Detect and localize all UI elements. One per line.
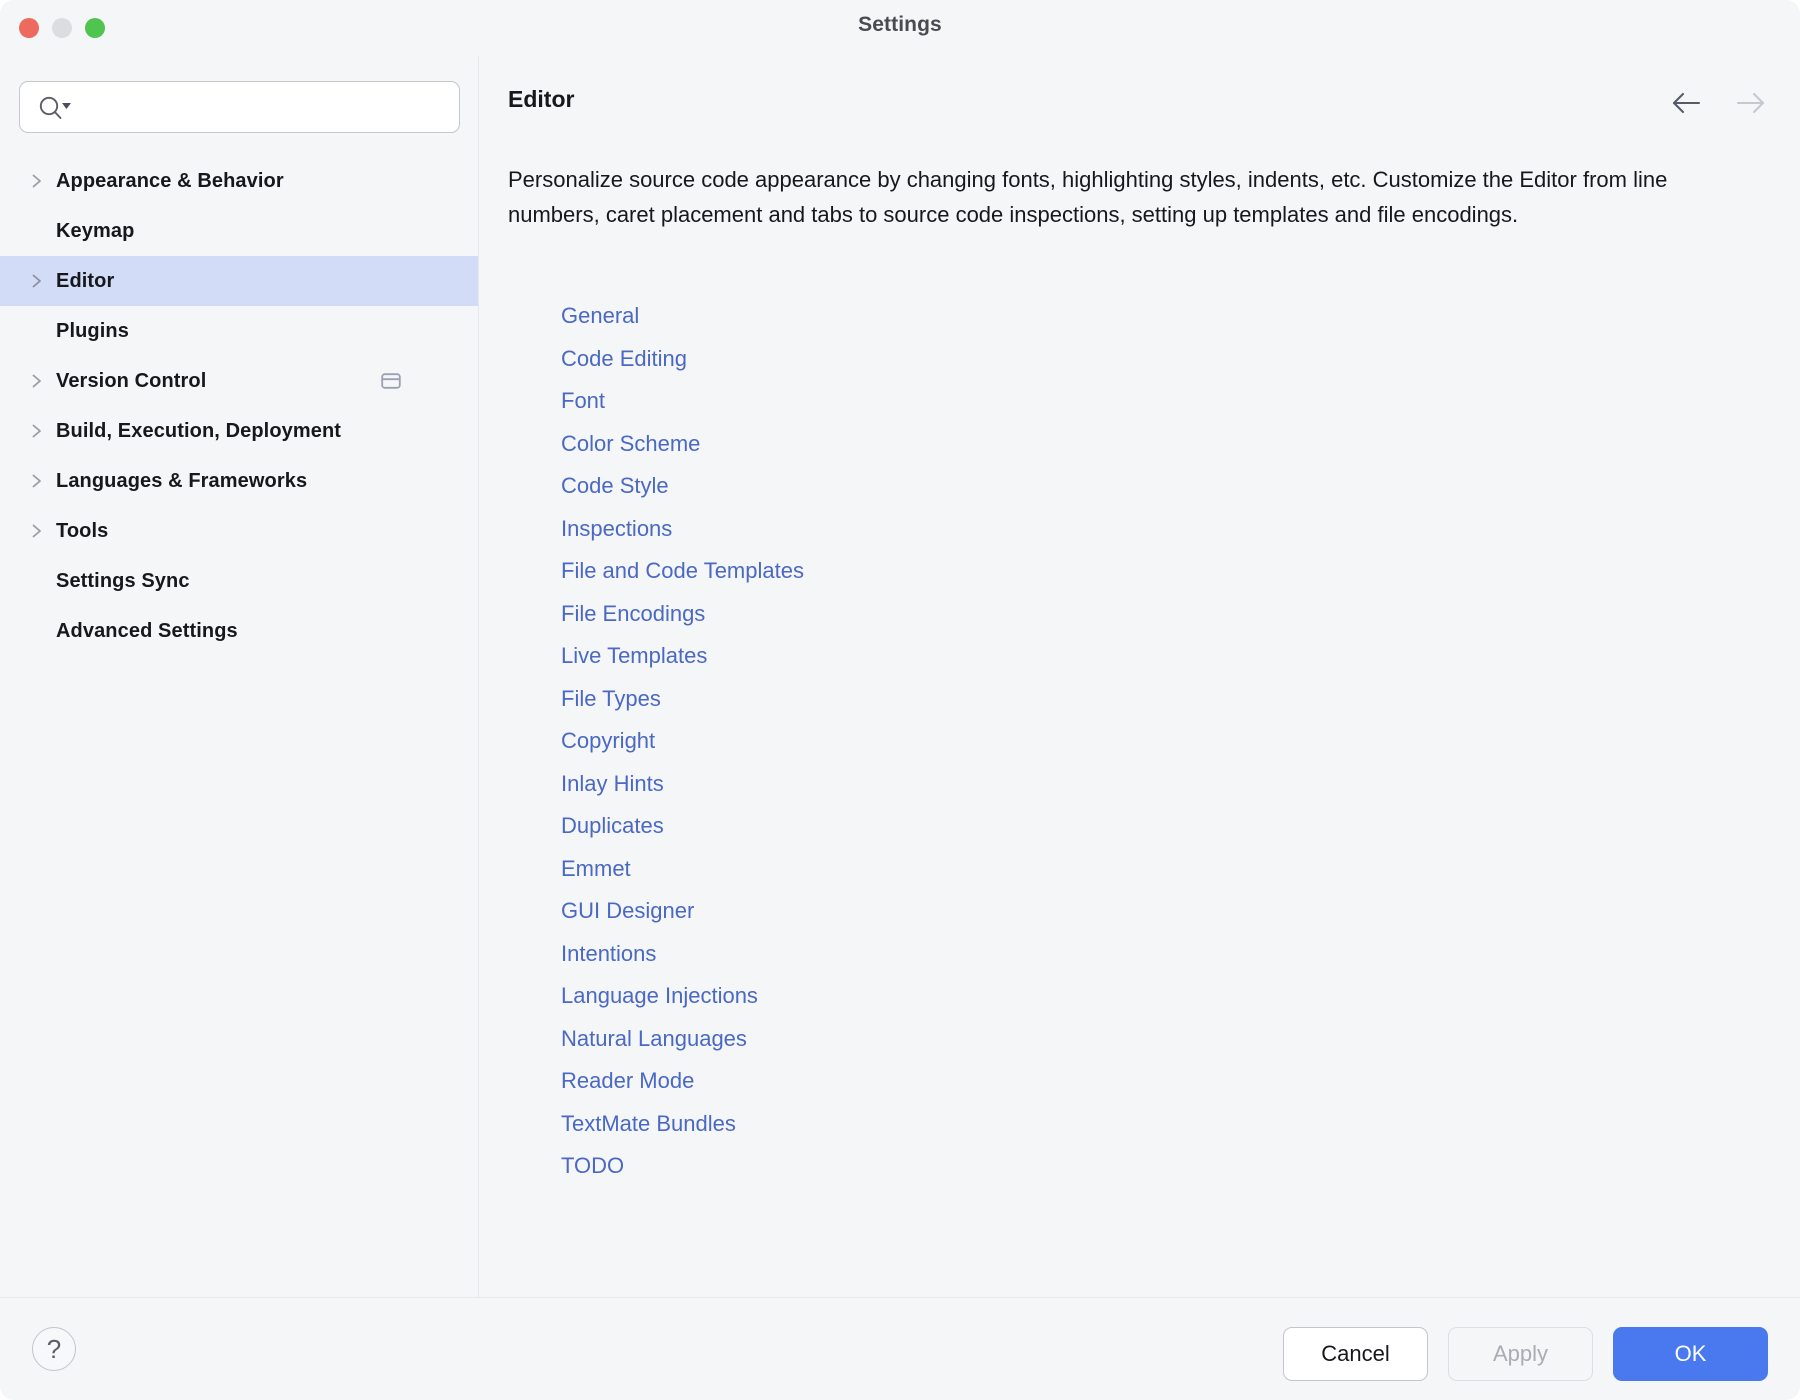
list-item: File and Code Templates — [561, 550, 1461, 593]
ok-button[interactable]: OK — [1613, 1327, 1768, 1381]
chevron-right-icon[interactable] — [30, 356, 56, 406]
link-inlay-hints[interactable]: Inlay Hints — [561, 771, 664, 797]
list-item: Copyright — [561, 720, 1461, 763]
link-language-injections[interactable]: Language Injections — [561, 983, 758, 1009]
sidebar-item-label: Appearance & Behavior — [56, 170, 284, 193]
link-live-templates[interactable]: Live Templates — [561, 643, 707, 669]
link-emmet[interactable]: Emmet — [561, 856, 631, 882]
sidebar-item-build-execution-deployment[interactable]: Build, Execution, Deployment — [0, 406, 478, 456]
chevron-placeholder — [30, 606, 56, 656]
link-color-scheme[interactable]: Color Scheme — [561, 431, 700, 457]
link-file-encodings[interactable]: File Encodings — [561, 601, 705, 627]
settings-category-list: Appearance & Behavior Keymap Editor Plug… — [0, 156, 478, 656]
page-description: Personalize source code appearance by ch… — [508, 162, 1748, 232]
sidebar-item-label: Advanced Settings — [56, 620, 238, 643]
dialog-body: Appearance & Behavior Keymap Editor Plug… — [0, 56, 1800, 1297]
list-item: Natural Languages — [561, 1018, 1461, 1061]
chevron-placeholder — [30, 556, 56, 606]
sidebar-item-languages-frameworks[interactable]: Languages & Frameworks — [0, 456, 478, 506]
list-item: General — [561, 295, 1461, 338]
sidebar-item-label: Plugins — [56, 320, 129, 343]
list-item: Reader Mode — [561, 1060, 1461, 1103]
list-item: Intentions — [561, 933, 1461, 976]
list-item: Emmet — [561, 848, 1461, 891]
sidebar-item-tools[interactable]: Tools — [0, 506, 478, 556]
sidebar-item-editor[interactable]: Editor — [0, 256, 478, 306]
search-field[interactable] — [19, 81, 460, 133]
sidebar-item-plugins[interactable]: Plugins — [0, 306, 478, 356]
list-item: File Encodings — [561, 593, 1461, 636]
sidebar-item-keymap[interactable]: Keymap — [0, 206, 478, 256]
link-reader-mode[interactable]: Reader Mode — [561, 1068, 694, 1094]
sidebar-item-appearance-behavior[interactable]: Appearance & Behavior — [0, 156, 478, 206]
link-copyright[interactable]: Copyright — [561, 728, 655, 754]
link-textmate-bundles[interactable]: TextMate Bundles — [561, 1111, 736, 1137]
link-natural-languages[interactable]: Natural Languages — [561, 1026, 747, 1052]
chevron-placeholder — [30, 206, 56, 256]
link-font[interactable]: Font — [561, 388, 605, 414]
list-item: TODO — [561, 1145, 1461, 1188]
list-item: Font — [561, 380, 1461, 423]
sidebar-item-label: Editor — [56, 270, 114, 293]
apply-button[interactable]: Apply — [1448, 1327, 1593, 1381]
list-item: File Types — [561, 678, 1461, 721]
settings-detail-pane: Editor Perso — [479, 56, 1800, 1297]
list-item: Code Editing — [561, 338, 1461, 381]
list-item: TextMate Bundles — [561, 1103, 1461, 1146]
list-item: Code Style — [561, 465, 1461, 508]
search-container — [19, 81, 460, 133]
title-bar: Settings — [0, 0, 1800, 56]
link-file-types[interactable]: File Types — [561, 686, 661, 712]
settings-sidebar: Appearance & Behavior Keymap Editor Plug… — [0, 56, 478, 1297]
link-gui-designer[interactable]: GUI Designer — [561, 898, 694, 924]
list-item: Live Templates — [561, 635, 1461, 678]
footer-button-group: Cancel Apply OK — [1283, 1327, 1768, 1381]
history-navigation — [1670, 88, 1768, 118]
search-input[interactable] — [80, 82, 450, 132]
chevron-right-icon[interactable] — [30, 406, 56, 456]
chevron-placeholder — [30, 306, 56, 356]
sidebar-item-label: Keymap — [56, 220, 134, 243]
chevron-right-icon[interactable] — [30, 506, 56, 556]
link-general[interactable]: General — [561, 303, 639, 329]
window-title: Settings — [0, 13, 1800, 37]
link-intentions[interactable]: Intentions — [561, 941, 656, 967]
link-duplicates[interactable]: Duplicates — [561, 813, 664, 839]
dialog-footer: ? Cancel Apply OK — [0, 1298, 1800, 1400]
list-item: Color Scheme — [561, 423, 1461, 466]
link-inspections[interactable]: Inspections — [561, 516, 672, 542]
sidebar-item-label: Settings Sync — [56, 570, 190, 593]
detail-header: Editor — [508, 86, 1770, 126]
chevron-right-icon[interactable] — [30, 256, 56, 306]
back-arrow-icon[interactable] — [1670, 88, 1704, 118]
forward-arrow-icon[interactable] — [1734, 88, 1768, 118]
sidebar-item-label: Version Control — [56, 370, 206, 393]
link-todo[interactable]: TODO — [561, 1153, 624, 1179]
sidebar-item-settings-sync[interactable]: Settings Sync — [0, 556, 478, 606]
window-icon[interactable] — [380, 370, 402, 392]
page-title: Editor — [508, 86, 1770, 113]
list-item: GUI Designer — [561, 890, 1461, 933]
sidebar-item-label: Tools — [56, 520, 108, 543]
link-code-style[interactable]: Code Style — [561, 473, 669, 499]
link-file-and-code-templates[interactable]: File and Code Templates — [561, 558, 804, 584]
help-button[interactable]: ? — [32, 1327, 76, 1371]
link-code-editing[interactable]: Code Editing — [561, 346, 687, 372]
chevron-right-icon[interactable] — [30, 456, 56, 506]
sidebar-item-label: Build, Execution, Deployment — [56, 420, 341, 443]
list-item: Duplicates — [561, 805, 1461, 848]
sidebar-item-advanced-settings[interactable]: Advanced Settings — [0, 606, 478, 656]
chevron-right-icon[interactable] — [30, 156, 56, 206]
search-icon[interactable] — [38, 95, 72, 121]
sidebar-item-label: Languages & Frameworks — [56, 470, 307, 493]
subsection-link-list: General Code Editing Font Color Scheme C… — [561, 295, 1461, 1188]
sidebar-item-version-control[interactable]: Version Control — [0, 356, 478, 406]
cancel-button[interactable]: Cancel — [1283, 1327, 1428, 1381]
settings-window: Settings — [0, 0, 1800, 1400]
list-item: Inspections — [561, 508, 1461, 551]
list-item: Language Injections — [561, 975, 1461, 1018]
list-item: Inlay Hints — [561, 763, 1461, 806]
